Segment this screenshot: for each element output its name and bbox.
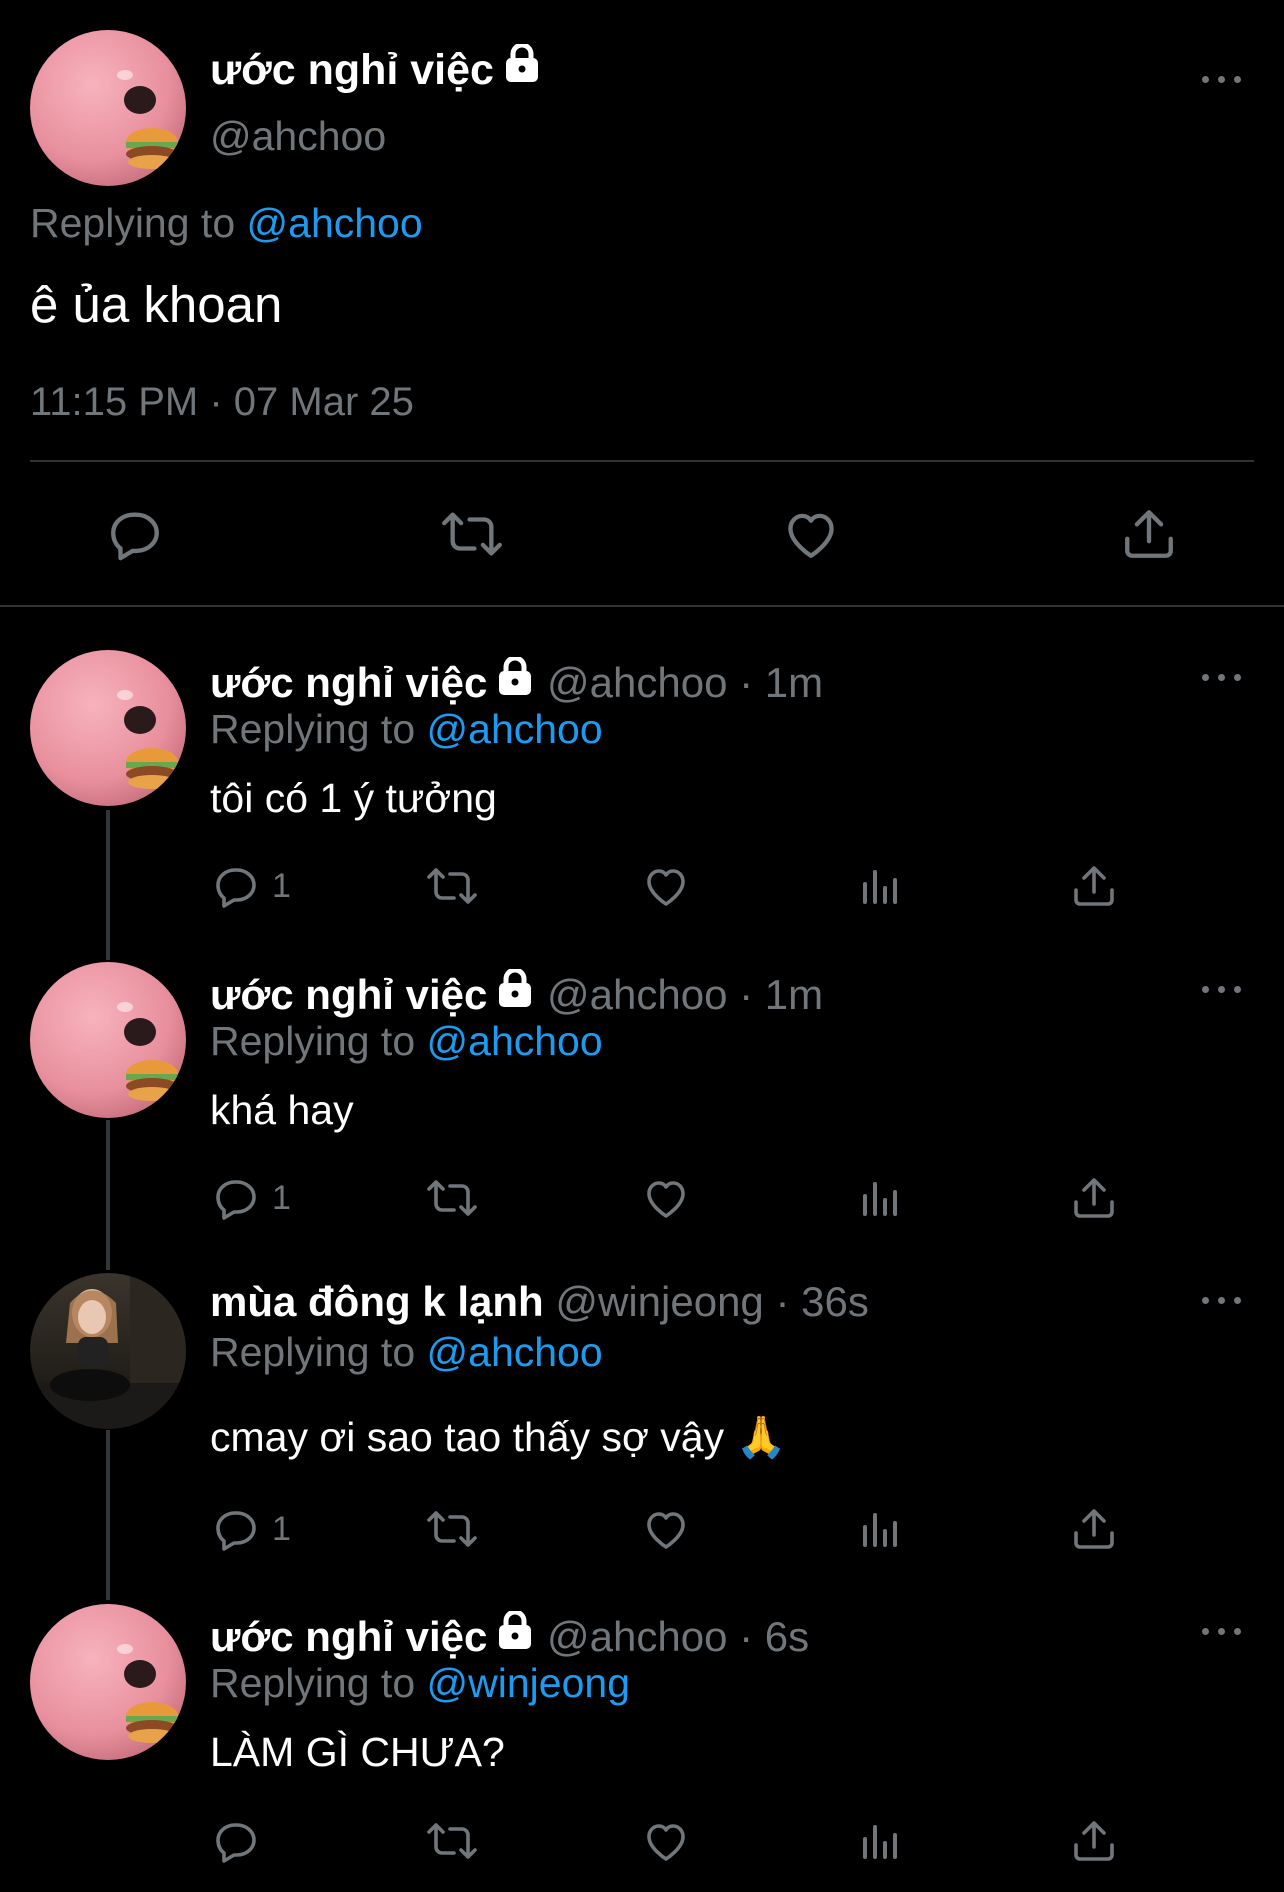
- share-icon[interactable]: [1070, 1505, 1118, 1553]
- replying-to: Replying to @ahchoo: [210, 706, 603, 753]
- reply-button[interactable]: 1: [212, 862, 291, 910]
- share-icon[interactable]: [1120, 505, 1178, 568]
- like-icon[interactable]: [642, 1174, 690, 1222]
- share-icon[interactable]: [1070, 1174, 1118, 1222]
- reply-header: ước nghỉ việc @ahchoo · 1m: [210, 967, 823, 1019]
- like-icon[interactable]: [782, 505, 840, 568]
- thread-line: [106, 810, 110, 960]
- replying-to-link[interactable]: @ahchoo: [427, 1018, 603, 1064]
- author-handle[interactable]: @ahchoo: [210, 113, 386, 160]
- retweet-icon[interactable]: [425, 862, 479, 910]
- display-name[interactable]: ước nghỉ việc: [210, 659, 487, 706]
- views-icon[interactable]: [857, 1174, 905, 1222]
- lock-icon: [502, 42, 542, 95]
- share-icon[interactable]: [1070, 862, 1118, 910]
- tweet-text: ê ủa khoan: [30, 276, 283, 333]
- retweet-icon[interactable]: [425, 1174, 479, 1222]
- replying-to: Replying to @winjeong: [210, 1660, 630, 1707]
- replying-to: Replying to @ahchoo: [30, 200, 423, 247]
- like-icon[interactable]: [642, 1817, 690, 1865]
- replying-to-link[interactable]: @ahchoo: [427, 706, 603, 752]
- more-icon[interactable]: [1202, 983, 1242, 995]
- share-icon[interactable]: [1070, 1817, 1118, 1865]
- author-handle[interactable]: @ahchoo: [547, 659, 727, 706]
- reply-button[interactable]: 1: [212, 1505, 291, 1553]
- reply-text: cmay ơi sao tao thấy sợ vậy 🙏: [210, 1414, 787, 1460]
- reply-button[interactable]: 1: [212, 1174, 291, 1222]
- reply-time[interactable]: · 1m: [739, 971, 823, 1018]
- author-handle[interactable]: @winjeong: [555, 1278, 763, 1325]
- display-name[interactable]: ước nghỉ việc: [210, 971, 487, 1018]
- display-name[interactable]: ước nghỉ việc: [210, 1613, 487, 1660]
- retweet-icon[interactable]: [425, 1817, 479, 1865]
- replying-to-link[interactable]: @ahchoo: [427, 1329, 603, 1375]
- lock-icon: [495, 1609, 535, 1661]
- avatar[interactable]: [30, 962, 186, 1118]
- reply-time[interactable]: · 1m: [739, 659, 823, 706]
- reply-text: khá hay: [210, 1087, 354, 1133]
- author-handle[interactable]: @ahchoo: [547, 1613, 727, 1660]
- display-name[interactable]: mùa đông k lạnh: [210, 1278, 544, 1325]
- reply-header: ước nghỉ việc @ahchoo · 1m: [210, 655, 823, 707]
- retweet-icon[interactable]: [440, 505, 504, 568]
- reply-icon: [216, 1180, 256, 1220]
- more-icon[interactable]: [1202, 1625, 1242, 1637]
- replying-to-link[interactable]: @winjeong: [427, 1660, 630, 1706]
- tweet-timestamp[interactable]: 11:15 PM · 07 Mar 25: [30, 380, 414, 425]
- reply-header: ước nghỉ việc @ahchoo · 6s: [210, 1609, 809, 1661]
- lock-icon: [495, 655, 535, 707]
- reply-icon: [216, 1823, 256, 1863]
- section-divider: [0, 605, 1284, 607]
- views-icon[interactable]: [857, 1505, 905, 1553]
- reply-header: mùa đông k lạnh @winjeong · 36s: [210, 1278, 869, 1326]
- lock-icon: [495, 967, 535, 1019]
- replying-prefix: Replying to: [210, 706, 416, 752]
- reply-count: 1: [272, 1178, 291, 1217]
- more-icon[interactable]: [1202, 1294, 1242, 1306]
- avatar[interactable]: [30, 650, 186, 806]
- like-icon[interactable]: [642, 1505, 690, 1553]
- reply-text: LÀM GÌ CHƯA?: [210, 1729, 505, 1775]
- reply-count: 1: [272, 866, 291, 905]
- reply-icon: [216, 1511, 256, 1551]
- divider: [30, 460, 1254, 462]
- reply-time[interactable]: · 36s: [775, 1278, 868, 1325]
- replying-to: Replying to @ahchoo: [210, 1329, 603, 1376]
- avatar[interactable]: [30, 1273, 186, 1429]
- retweet-icon[interactable]: [425, 1505, 479, 1553]
- replying-prefix: Replying to: [30, 200, 236, 246]
- avatar[interactable]: [30, 1604, 186, 1760]
- views-icon[interactable]: [857, 862, 905, 910]
- reply-button[interactable]: [212, 1817, 272, 1865]
- author-name[interactable]: ước nghỉ việc: [210, 42, 542, 95]
- replying-prefix: Replying to: [210, 1018, 416, 1064]
- replying-prefix: Replying to: [210, 1660, 416, 1706]
- avatar[interactable]: [30, 30, 186, 186]
- replying-to: Replying to @ahchoo: [210, 1018, 603, 1065]
- replying-prefix: Replying to: [210, 1329, 416, 1375]
- thread-line: [106, 1430, 110, 1600]
- views-icon[interactable]: [857, 1817, 905, 1865]
- more-icon[interactable]: [1202, 671, 1242, 683]
- thread-line: [106, 1120, 110, 1270]
- reply-icon[interactable]: [106, 505, 164, 568]
- reply-time[interactable]: · 6s: [739, 1613, 809, 1660]
- author-handle[interactable]: @ahchoo: [547, 971, 727, 1018]
- like-icon[interactable]: [642, 862, 690, 910]
- reply-count: 1: [272, 1509, 291, 1548]
- more-icon[interactable]: [1202, 73, 1242, 85]
- reply-icon: [216, 868, 256, 908]
- display-name[interactable]: ước nghỉ việc: [210, 46, 494, 94]
- replying-to-link[interactable]: @ahchoo: [247, 200, 423, 246]
- reply-text: tôi có 1 ý tưởng: [210, 775, 497, 821]
